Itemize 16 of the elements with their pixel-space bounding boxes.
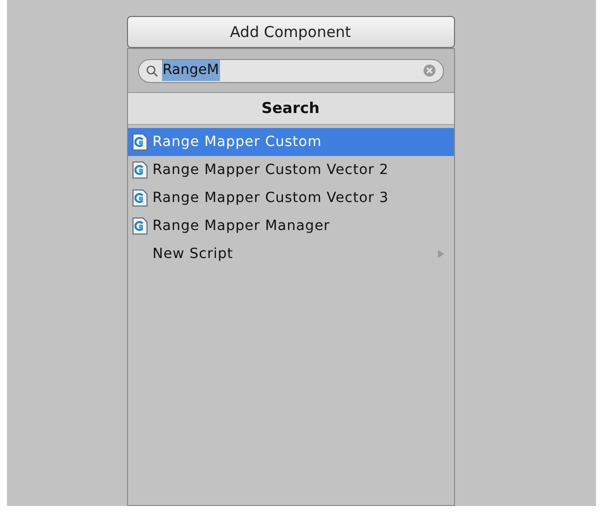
header-title: Search	[261, 98, 320, 120]
script-file-icon	[132, 161, 148, 179]
search-text: RangeM	[162, 60, 220, 81]
script-file-icon	[132, 217, 148, 235]
script-file-icon	[132, 133, 148, 151]
script-file-icon	[132, 189, 148, 207]
add-component-button[interactable]: Add Component	[126, 16, 454, 48]
search-icon	[146, 64, 158, 76]
search-field[interactable]: RangeM	[138, 58, 444, 82]
list-item[interactable]: Range Mapper Manager	[128, 212, 454, 240]
list-item[interactable]: Range Mapper Custom	[128, 128, 454, 156]
clear-icon[interactable]	[422, 64, 436, 77]
submenu-arrow-icon	[438, 250, 444, 258]
list-item[interactable]: New Script	[128, 240, 454, 268]
list-item[interactable]: Range Mapper Custom Vector 2	[128, 156, 454, 184]
list-item[interactable]: Range Mapper Custom Vector 3	[128, 184, 454, 212]
